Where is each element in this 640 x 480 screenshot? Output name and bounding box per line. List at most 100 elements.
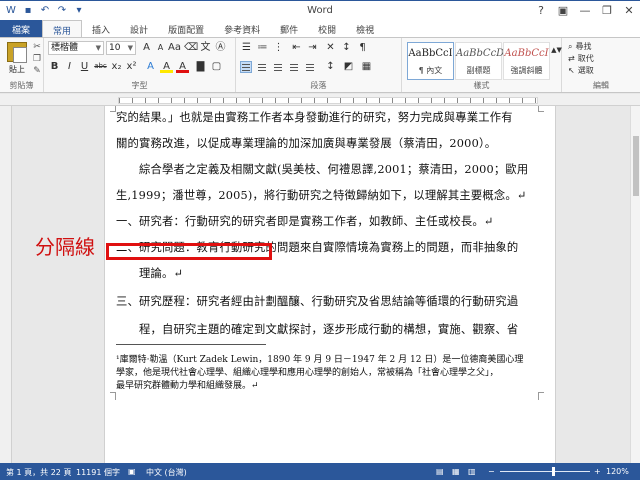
phonetic-guide-icon[interactable]: 文 <box>199 41 212 54</box>
style-sample: AaBbCcD <box>456 48 505 59</box>
tab-mailings[interactable]: 郵件 <box>270 20 308 37</box>
highlight-button[interactable]: A <box>160 60 173 73</box>
annotation-label: 分隔線 <box>35 235 95 259</box>
zoom-in-icon[interactable]: + <box>594 467 601 476</box>
language-indicator[interactable]: 中文 (台灣) <box>146 467 187 478</box>
strikethrough-button[interactable]: abc <box>94 60 107 73</box>
minimize-button[interactable]: — <box>574 1 596 19</box>
font-group: 標楷體 ▼ 10 ▼ A A Aa ⌫ 文 Ⓐ B I U abc x₂ x² … <box>44 38 236 92</box>
tab-layout[interactable]: 版面配置 <box>158 20 214 37</box>
subscript-button[interactable]: x₂ <box>110 60 123 73</box>
web-layout-icon[interactable]: ▥ <box>468 467 476 476</box>
print-layout-icon[interactable]: ▦ <box>452 467 460 476</box>
numbering-icon[interactable]: ≔ <box>256 41 269 54</box>
ribbon-display-button[interactable]: ▣ <box>552 1 574 19</box>
change-case-icon[interactable]: Aa <box>168 41 181 54</box>
distributed-button[interactable] <box>304 61 316 73</box>
style-subtitle[interactable]: AaBbCcD 副標題 <box>455 42 505 80</box>
tab-design[interactable]: 設計 <box>120 20 158 37</box>
proofing-icon[interactable]: ▣ <box>128 467 136 476</box>
body-line[interactable]: 綜合學者之定義及相關文獻(吳美枝、何禮恩譯,2001；蔡清田，2000；歐用 <box>116 161 536 177</box>
font-name-value: 標楷體 <box>51 43 79 53</box>
font-size-select[interactable]: 10 ▼ <box>106 41 136 55</box>
char-border-icon[interactable]: ▢ <box>210 60 223 73</box>
tab-home[interactable]: 常用 <box>42 20 83 37</box>
replace-icon: ⇄ <box>568 54 575 63</box>
footnote-line[interactable]: ¹庫爾特·勒溫（Kurt Zadek Lewin，1890 年 9 月 9 日－… <box>116 352 536 365</box>
footnote-line[interactable]: 學家，他是現代社會心理學、組織心理學和應用心理學的創始人，常被稱為「社會心理學之… <box>116 365 536 378</box>
margin-corner-mark <box>538 392 544 400</box>
editing-group-label: 編輯 <box>593 81 609 90</box>
align-center-button[interactable] <box>256 61 268 73</box>
justify-button[interactable] <box>288 61 300 73</box>
line-spacing-icon[interactable]: ↕ <box>324 60 337 73</box>
zoom-level[interactable]: 120% <box>606 467 629 476</box>
zoom-slider[interactable] <box>500 471 590 472</box>
font-color-button[interactable]: A <box>176 60 189 73</box>
shading-icon[interactable]: ◩ <box>342 60 355 73</box>
body-line[interactable]: 關的實務改進，以促成專業理論的加深加廣與專業發展（蔡清田，2000）。 <box>116 135 536 151</box>
clipboard-group-label: 剪貼簿 <box>9 81 34 90</box>
page-count[interactable]: 第 1 頁，共 22 頁 <box>6 467 71 478</box>
align-right-button[interactable] <box>272 61 284 73</box>
superscript-button[interactable]: x² <box>125 60 138 73</box>
replace-button[interactable]: ⇄ 取代 <box>568 53 594 64</box>
tab-file[interactable]: 檔案 <box>0 20 43 37</box>
vertical-scrollbar[interactable] <box>630 106 640 463</box>
borders-icon[interactable]: ▦ <box>360 60 373 73</box>
tab-insert[interactable]: 插入 <box>82 20 120 37</box>
title-bar: W ▪ ↶ ↷ ▾ Word ? ▣ — ❐ ✕ <box>0 0 640 20</box>
char-shading-icon[interactable]: ▇ <box>194 60 207 73</box>
word-count[interactable]: 11191 個字 <box>76 467 120 478</box>
restore-button[interactable]: ❐ <box>596 1 618 19</box>
shrink-font-icon[interactable]: A <box>154 41 167 54</box>
list-item-continuation[interactable]: 程，自研究主題的確定到文獻探討，逐步形成行動的構想，實施、觀察、省 <box>116 321 536 337</box>
help-button[interactable]: ? <box>530 1 552 19</box>
clear-format-icon[interactable]: ⌫ <box>184 41 198 54</box>
text-effects-button[interactable]: A <box>144 60 157 73</box>
paste-button[interactable]: 貼上 <box>4 42 30 78</box>
vertical-ruler[interactable] <box>0 106 12 463</box>
tab-review[interactable]: 校閱 <box>308 20 346 37</box>
select-button[interactable]: ↖ 選取 <box>568 65 594 76</box>
enclose-char-icon[interactable]: Ⓐ <box>214 41 227 54</box>
horizontal-ruler[interactable] <box>0 94 640 106</box>
style-sample: AaBbCcI <box>408 48 453 59</box>
close-button[interactable]: ✕ <box>618 1 640 19</box>
read-mode-icon[interactable]: ▤ <box>436 467 444 476</box>
zoom-out-icon[interactable]: − <box>488 467 495 476</box>
paragraph-group: ☰ ≔ ⋮ ⇤ ⇥ ✕ ↕ ¶ ↕ ◩ ▦ 段落 <box>236 38 402 92</box>
tab-references[interactable]: 參考資料 <box>214 20 270 37</box>
style-normal[interactable]: AaBbCcI ¶ 內文 <box>407 42 454 80</box>
body-line[interactable]: 生,1999；潘世尊，2005)，將行動研究之特徵歸納如下，以理解其主要概念。↵ <box>116 187 536 203</box>
grow-font-icon[interactable]: A <box>140 41 153 54</box>
zoom-slider-thumb[interactable] <box>552 467 555 476</box>
paste-label: 貼上 <box>9 65 25 74</box>
sort-icon[interactable]: ↕ <box>340 41 353 54</box>
multilevel-list-icon[interactable]: ⋮ <box>272 41 285 54</box>
italic-button[interactable]: I <box>63 60 76 73</box>
style-subtle-emphasis[interactable]: AaBbCcI 強調斜體 <box>503 42 550 80</box>
footnote-line[interactable]: 最早研究群體動力學和組織發展。↵ <box>116 378 536 391</box>
list-item-continuation[interactable]: 理論。↵ <box>116 265 536 281</box>
format-painter-icon[interactable]: ✎ <box>31 66 43 76</box>
scrollbar-thumb[interactable] <box>633 136 639 196</box>
cut-icon[interactable]: ✂ <box>31 42 43 52</box>
tab-view[interactable]: 檢視 <box>346 20 384 37</box>
list-item[interactable]: 一、研究者：行動研究的研究者即是實務工作者，如教師、主任或校長。↵ <box>116 213 536 229</box>
underline-button[interactable]: U <box>78 60 91 73</box>
copy-icon[interactable]: ❐ <box>31 54 43 64</box>
paragraph-group-label: 段落 <box>310 81 327 90</box>
show-marks-icon[interactable]: ¶ <box>356 41 369 54</box>
list-item[interactable]: 三、研究歷程：研究者經由計劃醞釀、行動研究及省思結論等循環的行動研究過 <box>116 293 536 309</box>
increase-indent-icon[interactable]: ⇥ <box>306 41 319 54</box>
bold-button[interactable]: B <box>48 60 61 73</box>
font-name-select[interactable]: 標楷體 ▼ <box>48 41 104 55</box>
find-button[interactable]: ⌕ 尋找 <box>568 41 591 52</box>
align-left-button[interactable] <box>240 61 252 73</box>
decrease-indent-icon[interactable]: ⇤ <box>290 41 303 54</box>
chinese-layout-icon[interactable]: ✕ <box>324 41 337 54</box>
body-line[interactable]: 究的結果。」也就是由實務工作者本身發動進行的研究，努力完成與專業工作有 <box>116 109 536 125</box>
bullets-icon[interactable]: ☰ <box>240 41 253 54</box>
page <box>104 106 556 463</box>
